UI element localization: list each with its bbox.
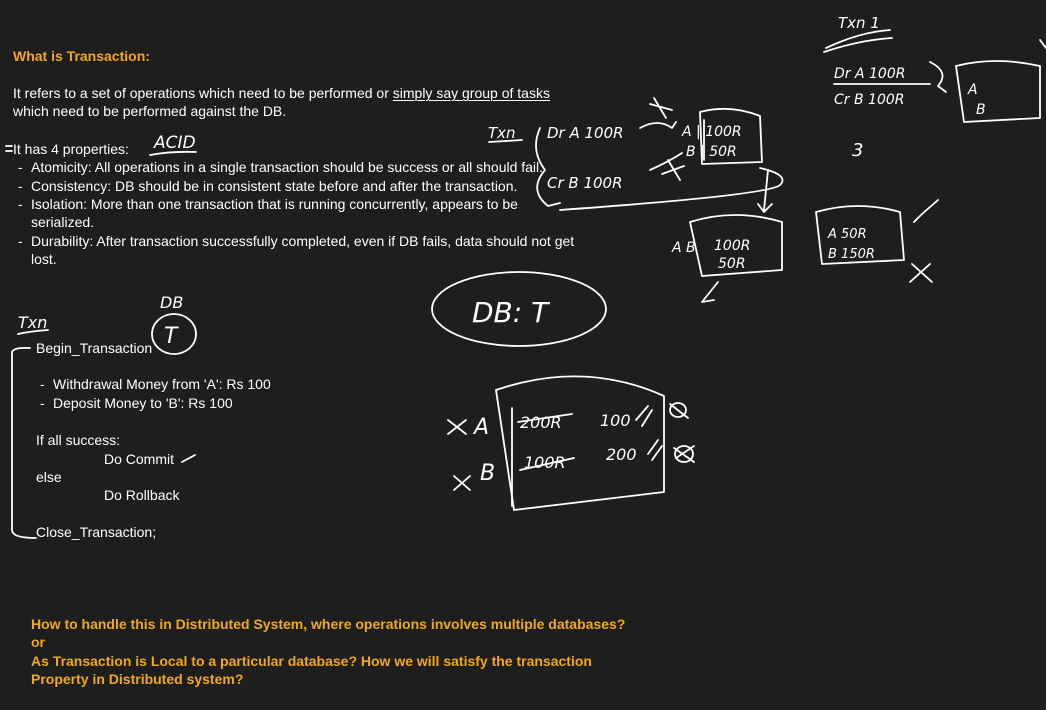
box3-l1: A 50R xyxy=(827,227,867,242)
txn-mid-label: Txn xyxy=(488,124,516,142)
db-t-label: DB: T xyxy=(472,296,550,329)
box4-a: A xyxy=(967,82,978,98)
op1-label: Dr A 100R xyxy=(547,124,624,142)
big-a-new: 100 xyxy=(600,411,631,430)
txn1-op1: Dr A 100R xyxy=(834,66,905,82)
txn1-op2: Cr B 100R xyxy=(834,92,905,108)
acid-label: ACID xyxy=(153,133,196,153)
box2-l1: 100R xyxy=(714,238,750,254)
big-b-new: 200 xyxy=(606,445,637,464)
big-a-label: A xyxy=(472,415,489,440)
db-small-label: DB xyxy=(160,293,183,312)
box1-a-label: A | 100R xyxy=(681,124,742,140)
box1-b-label: B | 50R xyxy=(686,144,737,160)
box4-b: B xyxy=(976,102,986,118)
t-circle-label: T xyxy=(164,324,179,349)
txn-left-label: Txn xyxy=(18,313,47,332)
op2-label: Cr B 100R xyxy=(547,174,623,192)
box3-l2: B 150R xyxy=(828,247,875,262)
big-b-old: 100R xyxy=(524,453,566,472)
txn1-label: Txn 1 xyxy=(838,14,880,32)
txn1-close: 3 xyxy=(852,140,863,161)
big-b-label: B xyxy=(480,461,495,486)
box2-l2: 50R xyxy=(718,256,746,272)
box2-labels: A B xyxy=(671,240,696,256)
handwriting-layer: ACID Txn DB T DB: T Txn Dr A 100R Cr B 1… xyxy=(5,14,1046,539)
